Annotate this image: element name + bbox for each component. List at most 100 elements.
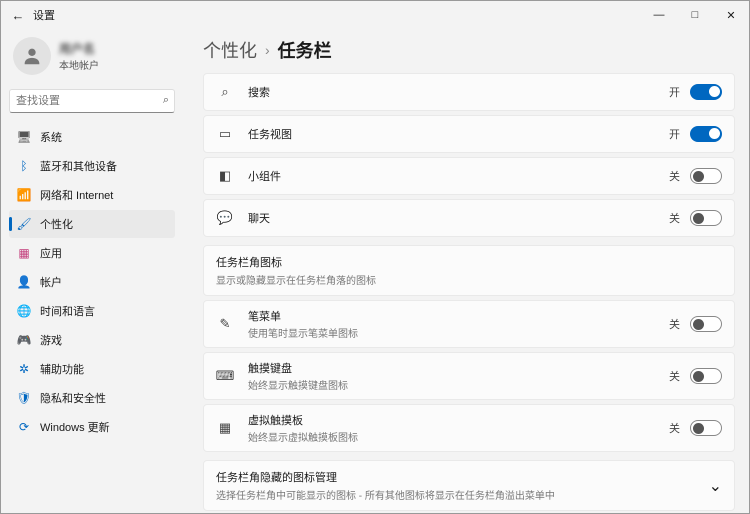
- nav-list: 🖥 系统 ᛒ 蓝牙和其他设备 📶 网络和 Internet 🖌 个性化 ▦ 应用 👤 帐户 🌐 时间和语言…: [9, 123, 175, 441]
- sidebar-item-0[interactable]: 🖥 系统: [9, 123, 175, 151]
- section-desc: 选择任务栏角中可能显示的图标 - 所有其他图标将显示在任务栏角溢出菜单中: [216, 487, 709, 502]
- toggle-state: 关: [669, 368, 680, 384]
- row-icon: ◧: [216, 168, 234, 184]
- nav-label: 辅助功能: [40, 361, 84, 377]
- row-label: 笔菜单: [248, 308, 669, 324]
- nav-icon: 🖥: [17, 130, 31, 144]
- sidebar-item-2[interactable]: 📶 网络和 Internet: [9, 181, 175, 209]
- nav-icon: 🎮: [17, 333, 31, 347]
- nav-label: 游戏: [40, 332, 62, 348]
- breadcrumb-parent[interactable]: 个性化: [203, 37, 257, 63]
- row-label: 触摸键盘: [248, 360, 669, 376]
- setting-row: 💬 聊天 关: [203, 199, 735, 237]
- nav-icon: ✲: [17, 362, 31, 376]
- window-title: 设置: [33, 7, 55, 23]
- row-desc: 始终显示触摸键盘图标: [248, 377, 669, 392]
- row-desc: 始终显示虚拟触摸板图标: [248, 429, 669, 444]
- nav-label: 应用: [40, 245, 62, 261]
- breadcrumb: 个性化 › 任务栏: [203, 37, 735, 63]
- search-box[interactable]: ⌕: [9, 89, 175, 113]
- toggle-switch[interactable]: [690, 210, 722, 226]
- nav-label: Windows 更新: [40, 419, 110, 435]
- nav-label: 帐户: [40, 274, 62, 290]
- row-icon: ▦: [216, 420, 234, 436]
- toggle-state: 关: [669, 420, 680, 436]
- profile-block[interactable]: 用户名 本地帐户: [9, 33, 175, 83]
- search-input[interactable]: [9, 89, 175, 113]
- row-label: 任务视图: [248, 126, 669, 142]
- nav-label: 系统: [40, 129, 62, 145]
- setting-row: ◧ 小组件 关: [203, 157, 735, 195]
- nav-label: 网络和 Internet: [40, 187, 113, 203]
- nav-label: 隐私和安全性: [40, 390, 106, 406]
- sidebar-item-5[interactable]: 👤 帐户: [9, 268, 175, 296]
- sidebar-item-1[interactable]: ᛒ 蓝牙和其他设备: [9, 152, 175, 180]
- toggle-state: 关: [669, 168, 680, 184]
- section-title: 任务栏角图标: [216, 254, 722, 270]
- section-desc: 显示或隐藏显示在任务栏角落的图标: [216, 272, 722, 287]
- row-label: 小组件: [248, 168, 669, 184]
- back-button[interactable]: ←: [7, 8, 29, 23]
- toggle-state: 开: [669, 126, 680, 142]
- chevron-down-icon: ⌄: [709, 476, 722, 496]
- toggle-switch[interactable]: [690, 420, 722, 436]
- setting-row: ⌕ 搜索 开: [203, 73, 735, 111]
- maximize-button[interactable]: □: [677, 1, 713, 29]
- corner-items-group: ✎ 笔菜单使用笔时显示笔菜单图标 关 ⌨ 触摸键盘始终显示触摸键盘图标 关 ▦ …: [203, 300, 735, 452]
- nav-icon: ᛒ: [17, 159, 31, 173]
- sidebar: 用户名 本地帐户 ⌕ 🖥 系统 ᛒ 蓝牙和其他设备 📶 网络和 Internet 🖌 个性化 ▦…: [1, 29, 181, 513]
- nav-icon: 🛡: [17, 391, 31, 405]
- toggle-state: 关: [669, 210, 680, 226]
- row-icon: ▭: [216, 126, 234, 142]
- row-label: 聊天: [248, 210, 669, 226]
- corner-icons-section: 任务栏角图标 显示或隐藏显示在任务栏角落的图标: [203, 245, 735, 296]
- nav-label: 个性化: [40, 216, 73, 232]
- sidebar-item-10[interactable]: ⟳ Windows 更新: [9, 413, 175, 441]
- toggle-switch[interactable]: [690, 168, 722, 184]
- toggle-state: 关: [669, 316, 680, 332]
- minimize-button[interactable]: —: [641, 1, 677, 29]
- nav-icon: ▦: [17, 246, 31, 260]
- nav-icon: 📶: [17, 188, 31, 202]
- content-pane: 个性化 › 任务栏 ⌕ 搜索 开 ▭ 任务视图 开 ◧ 小组件 关 💬 聊天 关…: [181, 29, 749, 513]
- sidebar-item-8[interactable]: ✲ 辅助功能: [9, 355, 175, 383]
- titlebar: ← 设置 — □ ✕: [1, 1, 749, 29]
- profile-name: 用户名: [59, 40, 99, 57]
- corner-icons-header: 任务栏角图标 显示或隐藏显示在任务栏角落的图标: [204, 246, 734, 295]
- overflow-section[interactable]: 任务栏角隐藏的图标管理 选择任务栏角中可能显示的图标 - 所有其他图标将显示在任…: [203, 460, 735, 511]
- sidebar-item-4[interactable]: ▦ 应用: [9, 239, 175, 267]
- nav-icon: ⟳: [17, 420, 31, 434]
- sidebar-item-9[interactable]: 🛡 隐私和安全性: [9, 384, 175, 412]
- breadcrumb-current: 任务栏: [278, 37, 332, 63]
- toggle-state: 开: [669, 84, 680, 100]
- toggle-switch[interactable]: [690, 368, 722, 384]
- row-icon: ⌕: [216, 84, 234, 100]
- toggle-switch[interactable]: [690, 126, 722, 142]
- settings-window: ← 设置 — □ ✕ 用户名 本地帐户 ⌕ 🖥系统ᛒ蓝牙和其他设备📶网络: [0, 0, 750, 514]
- nav-label: 蓝牙和其他设备: [40, 158, 117, 174]
- row-label: 搜索: [248, 84, 669, 100]
- setting-row: ▦ 虚拟触摸板始终显示虚拟触摸板图标 关: [203, 404, 735, 452]
- row-icon: ✎: [216, 316, 234, 332]
- profile-type: 本地帐户: [59, 57, 99, 72]
- toggle-switch[interactable]: [690, 84, 722, 100]
- row-icon: 💬: [216, 210, 234, 226]
- sidebar-item-7[interactable]: 🎮 游戏: [9, 326, 175, 354]
- section-title: 任务栏角隐藏的图标管理: [216, 469, 709, 485]
- row-desc: 使用笔时显示笔菜单图标: [248, 325, 669, 340]
- sidebar-item-6[interactable]: 🌐 时间和语言: [9, 297, 175, 325]
- avatar-icon: [13, 37, 51, 75]
- nav-icon: 🌐: [17, 304, 31, 318]
- row-icon: ⌨: [216, 368, 234, 384]
- setting-row: ⌨ 触摸键盘始终显示触摸键盘图标 关: [203, 352, 735, 400]
- setting-row: ▭ 任务视图 开: [203, 115, 735, 153]
- sidebar-item-3[interactable]: 🖌 个性化: [9, 210, 175, 238]
- window-controls: — □ ✕: [641, 1, 749, 29]
- chevron-right-icon: ›: [265, 42, 270, 58]
- toggle-switch[interactable]: [690, 316, 722, 332]
- nav-label: 时间和语言: [40, 303, 95, 319]
- close-button[interactable]: ✕: [713, 1, 749, 29]
- nav-icon: 👤: [17, 275, 31, 289]
- nav-icon: 🖌: [17, 217, 31, 231]
- taskbar-items-group: ⌕ 搜索 开 ▭ 任务视图 开 ◧ 小组件 关 💬 聊天 关: [203, 73, 735, 237]
